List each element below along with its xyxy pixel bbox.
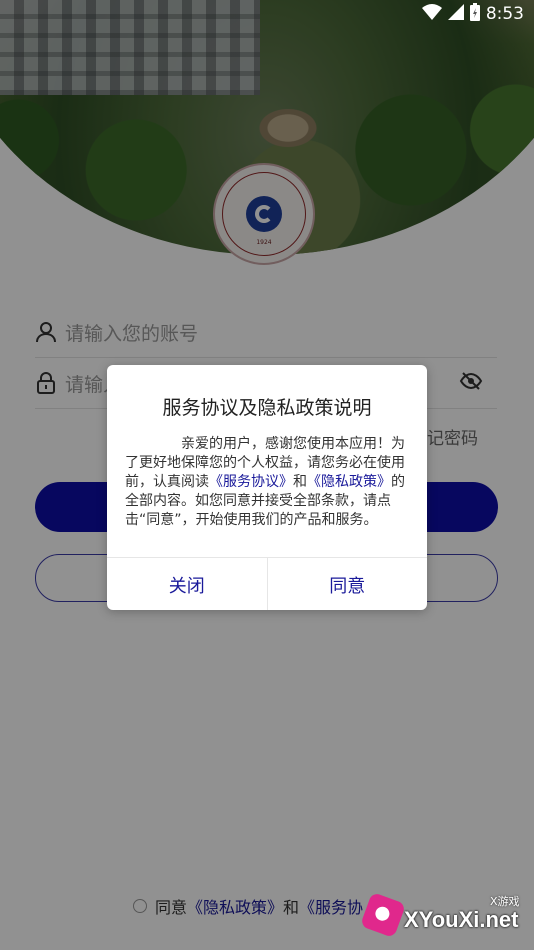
dialog-service-agreement-link[interactable]: 《服务协议》 xyxy=(209,474,293,490)
dialog-title: 服务协议及隐私政策说明 xyxy=(162,397,372,419)
dialog-body: 亲爱的用户，感谢您使用本应用！为了更好地保障您的个人权益，请您务必在使用前，认真… xyxy=(125,435,409,530)
gamepad-logo-icon xyxy=(359,891,407,939)
dialog-actions: 关闭 同意 xyxy=(107,557,427,610)
dialog-privacy-policy-link[interactable]: 《隐私政策》 xyxy=(307,474,391,490)
privacy-agreement-dialog: 服务协议及隐私政策说明 亲爱的用户，感谢您使用本应用！为了更好地保障您的个人权益… xyxy=(107,365,427,610)
dialog-and-text: 和 xyxy=(293,474,307,490)
close-button[interactable]: 关闭 xyxy=(107,558,267,610)
watermark-text: XYouXi.net xyxy=(404,907,519,932)
xyouxi-watermark: X游戏 XYouXi.net xyxy=(359,885,530,945)
agree-button[interactable]: 同意 xyxy=(266,558,428,610)
status-time: 8:53 xyxy=(485,4,524,24)
battery-icon xyxy=(469,2,480,26)
signal-icon xyxy=(447,3,464,25)
status-bar: 8:53 xyxy=(0,0,534,28)
wifi-icon xyxy=(421,3,442,25)
